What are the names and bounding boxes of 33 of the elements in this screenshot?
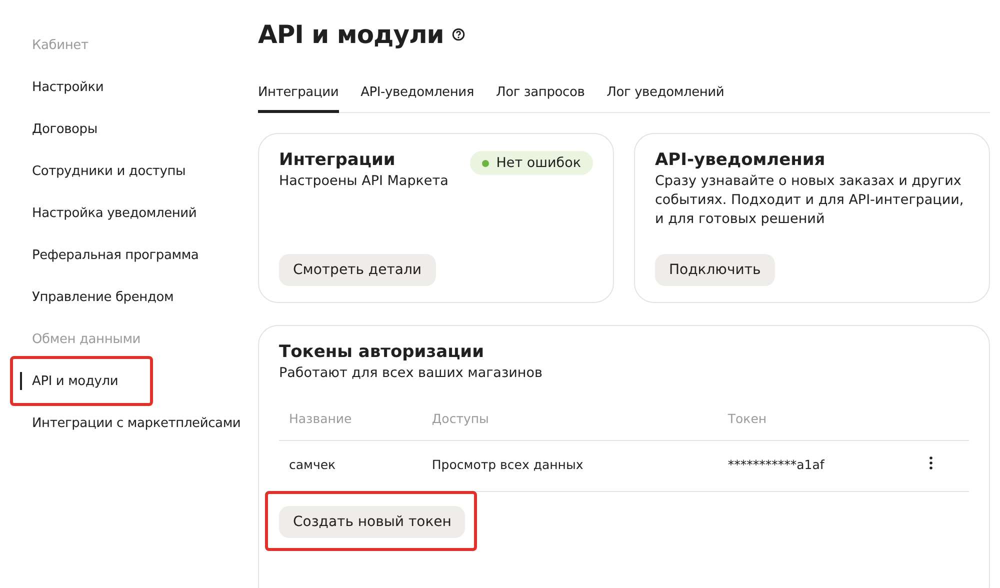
status-label: Нет ошибок xyxy=(496,155,581,171)
page-title: API и модули xyxy=(258,20,444,48)
tab[interactable]: Лог уведомлений xyxy=(606,77,724,113)
sidebar-item[interactable]: Управление брендом xyxy=(0,276,258,318)
card-title: Интеграции xyxy=(279,150,396,170)
card-description: Работают для всех ваших магазинов xyxy=(279,364,544,383)
card-description: Сразу узнавайте о новых заказах и других событиях. Подходит и для API-интеграции, и для готовых решений xyxy=(655,172,965,229)
help-icon[interactable] xyxy=(452,28,465,40)
card-description: Настроены API Маркета xyxy=(279,172,448,191)
sidebar-section-header: Кабинет xyxy=(31,36,90,54)
sidebar-item[interactable]: Интеграции с маркетплейсами xyxy=(0,402,258,444)
column-header: Название xyxy=(279,397,422,440)
card-title: Токены авторизации xyxy=(279,342,485,362)
sidebar-section-header: Обмен данными xyxy=(31,330,142,348)
card-button[interactable]: Смотреть детали xyxy=(279,254,436,286)
column-header: Доступы xyxy=(422,397,718,440)
more-icon[interactable] xyxy=(929,456,933,470)
sidebar-item[interactable]: Реферальная программа xyxy=(0,234,258,276)
tab[interactable]: Лог запросов xyxy=(496,77,585,113)
table-cell: Просмотр всех данных xyxy=(422,440,718,492)
tab[interactable]: Интеграции xyxy=(258,77,339,113)
sidebar-item[interactable]: Договоры xyxy=(0,108,258,150)
create-token-button[interactable]: Создать новый токен xyxy=(279,506,466,538)
table-cell: ***********a1af xyxy=(718,440,919,492)
sidebar-item[interactable]: Настройка уведомлений xyxy=(0,192,258,234)
table-cell: самчек xyxy=(279,440,422,492)
sidebar-item[interactable]: Настройки xyxy=(0,66,258,108)
sidebar-item[interactable]: API и модули xyxy=(0,360,258,402)
sidebar-item[interactable]: Сотрудники и доступы xyxy=(0,150,258,192)
column-header: Токен xyxy=(718,397,919,440)
card-title: API-уведомления xyxy=(655,150,826,170)
card-button[interactable]: Подключить xyxy=(655,254,775,286)
tab[interactable]: API-уведомления xyxy=(360,77,474,113)
